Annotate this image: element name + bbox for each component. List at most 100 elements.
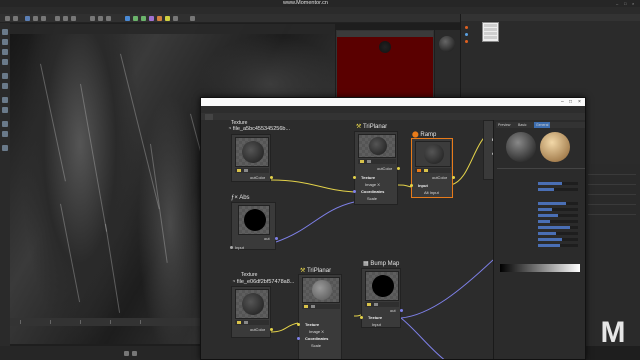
- move-icon[interactable]: [25, 16, 30, 21]
- rotate-icon[interactable]: [41, 16, 46, 21]
- lock-icon[interactable]: [2, 145, 8, 151]
- maximize-icon[interactable]: □: [624, 1, 628, 6]
- polygons-mode-icon[interactable]: [2, 59, 8, 65]
- node-bumpmap-texture-port[interactable]: [360, 316, 363, 319]
- node-texture1-out-port[interactable]: [270, 176, 273, 179]
- node-triplanar1[interactable]: outColor Texture Image X Coordinates Sca…: [353, 131, 400, 205]
- node-bumpmap[interactable]: out Texture Input: [360, 268, 403, 328]
- render-viewport[interactable]: [336, 30, 434, 100]
- node-triplanar1-out-port[interactable]: [397, 167, 400, 170]
- node-triplanar1-scale-label: Scale: [367, 196, 378, 201]
- node-abs-out-port[interactable]: [275, 237, 278, 240]
- node-texture2-out-port[interactable]: [270, 328, 273, 331]
- minimize-icon[interactable]: –: [561, 98, 564, 106]
- render-view-icon[interactable]: [90, 16, 95, 21]
- node-triplanar1-out-label: outColor: [377, 166, 393, 171]
- camera-icon[interactable]: [173, 16, 178, 21]
- node-triplanar1-imagex-label: Image X: [365, 182, 380, 187]
- node-triplanar2-coordinates-port[interactable]: [297, 337, 300, 340]
- light-icon[interactable]: [165, 16, 170, 21]
- render-settings-icon[interactable]: [106, 16, 111, 21]
- node-abs-input-port[interactable]: [230, 246, 233, 249]
- spline-icon[interactable]: [133, 16, 138, 21]
- array-icon[interactable]: [149, 16, 154, 21]
- close-icon[interactable]: ×: [578, 98, 581, 106]
- node-triplanar2-texture-port[interactable]: [297, 323, 300, 326]
- node-bumpmap-texture-label: Texture: [368, 315, 383, 320]
- node-bumpmap-title: Bump Map: [370, 261, 400, 267]
- side-tab-basic[interactable]: Basic: [518, 122, 527, 128]
- node-ramp-out-port[interactable]: [452, 176, 455, 179]
- title-bar: www.Momentor.cn – □ ×: [0, 0, 640, 7]
- material-ball[interactable]: [439, 36, 455, 52]
- undo-icon[interactable]: [5, 16, 10, 21]
- watermark-url: www.Momentor.cn: [283, 0, 328, 6]
- node-abs[interactable]: out Input: [230, 202, 278, 250]
- node-editor-tabs: [201, 113, 585, 120]
- node-triplanar2[interactable]: Texture Image X Coordinates Scale: [297, 274, 342, 359]
- redo-icon[interactable]: [13, 16, 18, 21]
- side-tab-general[interactable]: General: [534, 122, 551, 128]
- maximize-icon[interactable]: □: [569, 98, 572, 106]
- workplane-icon[interactable]: [2, 97, 8, 103]
- node-triplanar1-title: TriPlanar: [362, 124, 388, 130]
- logo-letter: M: [600, 316, 626, 349]
- material-preview-warm: [540, 132, 570, 162]
- node-bumpmap-out-label: out: [390, 308, 396, 313]
- node-texture2-filename: file_e06df2bf57478a8...: [236, 279, 295, 285]
- play-icon[interactable]: [124, 351, 129, 356]
- edges-mode-icon[interactable]: [2, 49, 8, 55]
- record-icon[interactable]: [132, 351, 137, 356]
- node-bumpmap-input-label: Input: [372, 322, 381, 327]
- node-triplanar2-coordinates-label: Coordinates: [305, 336, 329, 341]
- main-toolbar: [0, 14, 460, 23]
- render-icon[interactable]: [98, 16, 103, 21]
- object-row[interactable]: [465, 40, 470, 44]
- x-axis-icon[interactable]: [55, 16, 60, 21]
- node-texture2[interactable]: outColor: [231, 286, 273, 338]
- ramp-gradient[interactable]: [500, 264, 580, 272]
- node-bumpmap-out-port[interactable]: [400, 309, 403, 312]
- side-tabs: Preview Basic General: [496, 122, 585, 128]
- minimize-icon[interactable]: –: [616, 1, 620, 6]
- node-abs-preview: [238, 205, 270, 235]
- gear-icon[interactable]: [190, 16, 195, 21]
- node-abs-title: Abs: [239, 195, 250, 201]
- image-icon: ◔: [228, 126, 232, 132]
- node-canvas[interactable]: Texture ◔ file_a5bc455345256b... outColo…: [201, 120, 506, 359]
- node-triplanar1-texture-port[interactable]: [353, 176, 356, 179]
- node-abs-out-label: out: [264, 236, 270, 241]
- node-editor-menu: [201, 106, 585, 113]
- cube-icon[interactable]: [125, 16, 130, 21]
- z-axis-icon[interactable]: [71, 16, 76, 21]
- menu-bar: [0, 7, 640, 14]
- node-editor-window[interactable]: – □ × Texture ◔ file_a5bc455345256b... o…: [200, 97, 586, 360]
- scale-icon[interactable]: [33, 16, 38, 21]
- context-list[interactable]: [482, 22, 499, 42]
- uv-mode-icon[interactable]: [2, 73, 8, 79]
- subdivision-icon[interactable]: [141, 16, 146, 21]
- node-texture2-out-label: outColor: [250, 327, 266, 332]
- side-tab-preview[interactable]: Preview: [498, 122, 510, 128]
- model-mode-icon[interactable]: [2, 29, 8, 35]
- node-ramp-out-label: outColor: [432, 175, 448, 180]
- object-row[interactable]: [465, 33, 470, 37]
- brush-icon[interactable]: [2, 121, 8, 127]
- points-mode-icon[interactable]: [2, 39, 8, 45]
- node-triplanar1-coordinates-port[interactable]: [353, 190, 356, 193]
- node-abs-title-wrap: ƒ× Abs: [231, 195, 250, 201]
- sculpt-icon[interactable]: [2, 131, 8, 137]
- node-ramp-preview: [415, 141, 451, 167]
- y-axis-icon[interactable]: [63, 16, 68, 21]
- deformer-icon[interactable]: [157, 16, 162, 21]
- material-manager[interactable]: [435, 30, 460, 100]
- bump-icon: ▦: [363, 261, 369, 267]
- node-ramp[interactable]: outColor Input Alt Input: [410, 138, 455, 198]
- node-ramp-input-port[interactable]: [410, 184, 413, 187]
- object-row[interactable]: [465, 26, 470, 30]
- node-abs-input-label: Input: [235, 245, 244, 250]
- axis-icon[interactable]: [2, 107, 8, 113]
- snap-icon[interactable]: [2, 83, 8, 89]
- node-texture1[interactable]: outColor: [231, 134, 273, 182]
- close-icon[interactable]: ×: [632, 1, 636, 6]
